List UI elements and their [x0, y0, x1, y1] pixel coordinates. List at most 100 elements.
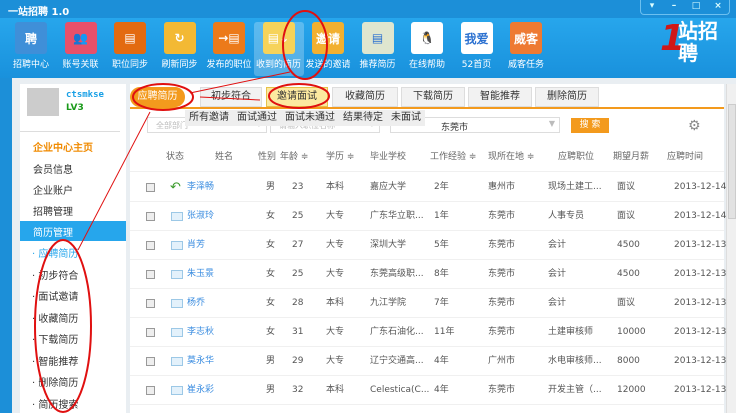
cell-loc: 东莞市 — [488, 327, 516, 337]
subtab-2[interactable]: 面试未通过 — [281, 110, 339, 126]
cell-name[interactable]: 肖芳 — [187, 231, 205, 260]
cell-age: 29 — [292, 356, 304, 366]
row-checkbox[interactable] — [146, 357, 155, 366]
cell-loc: 东莞市 — [488, 269, 516, 279]
table-row[interactable]: 莫永华 男 29 大专 辽宁交通高... 4年 广州市 水电审核师... 8000 2013-12… — [130, 347, 726, 376]
cell-gender: 女 — [266, 298, 276, 308]
sidebar-item-resume[interactable]: 简历管理 — [20, 221, 126, 241]
sidebar-subitem[interactable]: · 智能推荐 — [32, 353, 78, 368]
cell-name[interactable]: 李志秋 — [187, 318, 214, 347]
tab-5[interactable]: 智能推荐 — [468, 87, 532, 107]
logo-digit: 1 — [660, 18, 686, 59]
toolbar-icon: ▤ — [114, 22, 146, 54]
main-panel: 应聘简历 初步符合 邀请面试 收藏简历 下载简历 智能推荐 删除简历 所有邀请 面试通过 面试未… — [130, 84, 727, 413]
toolbar-button-5[interactable]: ▤↓ 收到的简历 — [253, 22, 304, 76]
sidebar-item-account[interactable]: 企业账户 — [20, 179, 126, 199]
column-header[interactable]: 年龄 ≑ — [280, 142, 308, 172]
column-header[interactable]: 工作经验 ≑ — [430, 142, 476, 172]
sidebar-subitem[interactable]: · 下载简历 — [32, 331, 78, 346]
scrollbar-thumb[interactable] — [728, 104, 736, 219]
row-checkbox[interactable] — [146, 270, 155, 279]
toolbar-button-10[interactable]: 威客 威客任务 — [501, 22, 551, 70]
sidebar-subitem[interactable]: · 面试邀请 — [32, 288, 78, 303]
toolbar-icon: ▤↓ — [262, 22, 295, 54]
toolbar-button-0[interactable]: 聘招聘中心 — [6, 22, 56, 70]
app-title: 一站招聘 1.0 — [8, 7, 70, 18]
table-row[interactable]: 肖芳 女 27 大专 深圳大学 5年 东莞市 会计 4500 2013-12-13 — [130, 231, 726, 260]
sidebar-subitem[interactable]: · 初步符合 — [32, 267, 78, 282]
cell-exp: 4年 — [434, 356, 449, 366]
toolbar-button-2[interactable]: ▤ 职位同步 — [105, 22, 155, 70]
cell-name[interactable]: 莫永华 — [187, 347, 214, 376]
subtab-1[interactable]: 面试通过 — [233, 110, 281, 126]
cell-name[interactable]: 李泽畅 — [187, 173, 214, 202]
cell-pos: 水电审核师... — [548, 356, 602, 366]
toolbar-icon: 威客 — [510, 22, 542, 54]
tab-1[interactable]: 初步符合 — [200, 87, 262, 107]
sidebar-subitem[interactable]: · 收藏简历 — [32, 310, 78, 325]
cell-loc: 广州市 — [488, 356, 516, 366]
table-row[interactable]: 李志秋 女 31 大专 广东石油化... 11年 东莞市 土建审核师 10000 2013-12-… — [130, 318, 726, 347]
sidebar-item-member-info[interactable]: 会员信息 — [20, 158, 126, 178]
maximize-button[interactable]: □ — [685, 0, 707, 14]
table-row[interactable]: 张淑玲 女 25 大专 广东华立职... 1年 东莞市 人事专员 面议 2013-12-14 — [130, 202, 727, 231]
row-checkbox[interactable] — [146, 212, 155, 221]
sidebar-subitem[interactable]: · 删除简历 — [32, 374, 78, 389]
tab-4[interactable]: 下载简历 — [401, 87, 465, 107]
cell-age: 31 — [292, 327, 304, 337]
sidebar-item-home[interactable]: 企业中心主页 — [20, 136, 126, 156]
column-header[interactable]: 现所在地 ≑ — [488, 142, 534, 172]
subitem-label: 收藏简历 — [38, 313, 79, 325]
toolbar-label: 招聘中心 — [12, 60, 49, 70]
row-checkbox[interactable] — [146, 386, 155, 395]
username: ctsmkse — [66, 90, 104, 100]
tab-0[interactable]: 应聘简历 — [130, 87, 185, 107]
cell-date: 2013-12-13 — [674, 298, 727, 308]
toolbar-button-6[interactable]: 邀请 发送的邀请 — [303, 22, 353, 70]
cell-name[interactable]: 朱玉景 — [187, 260, 214, 289]
mail-icon — [171, 328, 183, 337]
sidebar-subitem[interactable]: · 应聘简历 — [32, 245, 78, 260]
minimize-button[interactable]: – — [663, 0, 685, 14]
row-checkbox[interactable] — [146, 241, 155, 250]
sidebar-subitem[interactable]: · 简历搜索 — [32, 396, 78, 411]
toolbar-button-3[interactable]: ↻ 刷新同步 — [155, 22, 205, 70]
toolbar-button-4[interactable]: →▤ 发布的职位 — [204, 22, 254, 70]
cell-name[interactable]: 张淑玲 — [187, 202, 214, 231]
table-row[interactable]: 崔永彩 男 32 本科 Celestica(C... 4年 东莞市 开发主管（... 12000… — [130, 376, 726, 405]
toolbar-label: 推荐简历 — [359, 60, 396, 70]
toolbar-button-7[interactable]: ▤ 推荐简历 — [353, 22, 403, 70]
cell-gender: 女 — [266, 240, 276, 250]
scrollbar[interactable] — [726, 84, 736, 413]
search-button[interactable]: 搜 索 — [571, 118, 609, 133]
menu-button[interactable]: ▾ — [641, 0, 663, 14]
table-row[interactable]: ↶ 李泽畅 男 23 本科 嘉应大学 2年 惠州市 现场土建工... 面议 2013-12-14 — [130, 173, 726, 202]
cell-date: 2013-12-14 — [674, 211, 727, 221]
toolbar-icon: 🐧 — [411, 22, 443, 54]
table-row[interactable]: 朱玉景 女 25 大专 东莞高级职... 8年 东莞市 会计 4500 2013-12-13 — [130, 260, 726, 289]
cell-name[interactable]: 杨乔 — [187, 289, 205, 318]
sidebar-item-recruit[interactable]: 招聘管理 — [20, 200, 126, 220]
subtab-0[interactable]: 所有邀请 — [185, 110, 233, 126]
toolbar-button-1[interactable]: 👥 账号关联 — [56, 22, 106, 70]
close-button[interactable]: × — [707, 0, 729, 14]
subtab-3[interactable]: 结果待定 — [339, 110, 387, 126]
cell-edu: 大专 — [326, 269, 345, 279]
column-header[interactable]: 学历 ≑ — [326, 142, 354, 172]
row-checkbox[interactable] — [146, 299, 155, 308]
toolbar-icon: 聘 — [15, 22, 47, 54]
row-checkbox[interactable] — [146, 183, 155, 192]
toolbar-button-8[interactable]: 🐧 在线帮助 — [402, 22, 452, 70]
tab-2[interactable]: 邀请面试 — [266, 87, 328, 107]
tab-6[interactable]: 删除简历 — [535, 87, 599, 107]
cell-name[interactable]: 崔永彩 — [187, 376, 214, 405]
toolbar-button-9[interactable]: 我爱 52首页 — [452, 22, 502, 70]
subtab-4[interactable]: 未面试 — [387, 110, 425, 126]
gear-icon[interactable]: ⚙ — [688, 118, 701, 134]
tab-3[interactable]: 收藏简历 — [332, 87, 398, 107]
cell-loc: 东莞市 — [488, 385, 516, 395]
cell-gender: 男 — [266, 182, 276, 192]
row-checkbox[interactable] — [146, 328, 155, 337]
subitem-label: 下载简历 — [38, 335, 79, 346]
table-row[interactable]: 杨乔 女 28 本科 九江学院 7年 东莞市 会计 面议 2013-12-13 — [130, 289, 727, 318]
